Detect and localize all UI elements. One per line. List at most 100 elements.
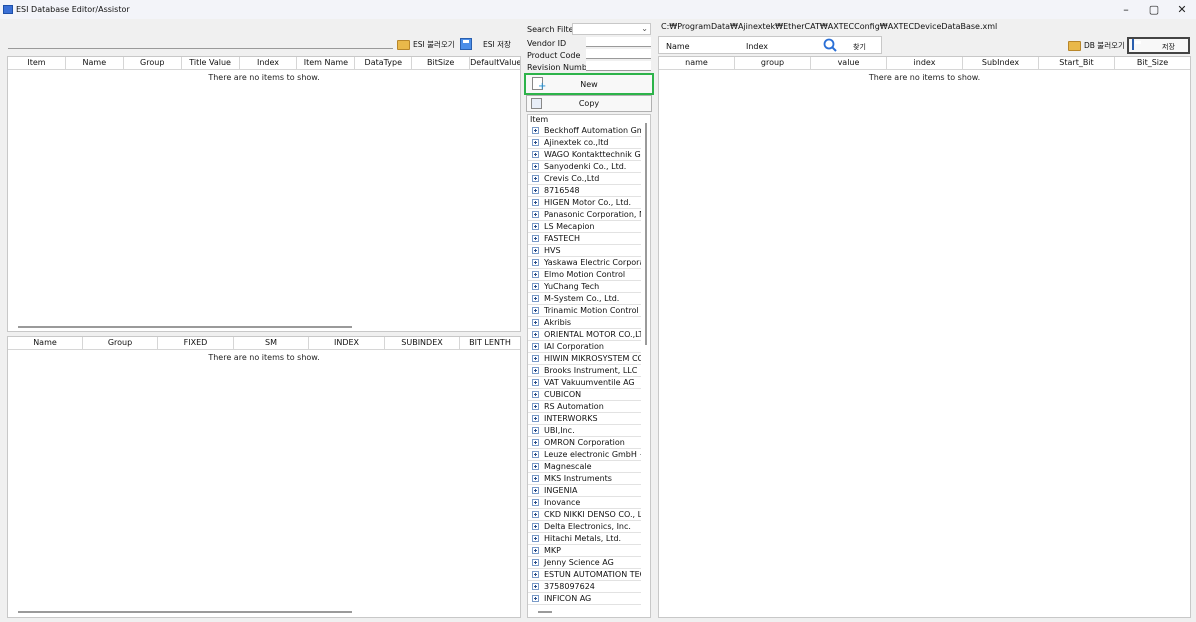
restore-button[interactable]: ▢: [1143, 2, 1165, 17]
expand-icon[interactable]: [532, 127, 539, 134]
tree-item[interactable]: Leuze electronic GmbH + Co: [528, 449, 641, 461]
tree-item[interactable]: Panasonic Corporation, Moto: [528, 209, 641, 221]
tree-item[interactable]: Brooks Instrument, LLC: [528, 365, 641, 377]
tree-item[interactable]: RS Automation: [528, 401, 641, 413]
expand-icon[interactable]: [532, 295, 539, 302]
expand-icon[interactable]: [532, 367, 539, 374]
tree-item[interactable]: Delta Electronics, Inc.: [528, 521, 641, 533]
expand-icon[interactable]: [532, 595, 539, 602]
expand-icon[interactable]: [532, 415, 539, 422]
expand-icon[interactable]: [532, 583, 539, 590]
expand-icon[interactable]: [532, 139, 539, 146]
tree-item[interactable]: Akribis: [528, 317, 641, 329]
expand-icon[interactable]: [532, 199, 539, 206]
expand-icon[interactable]: [532, 559, 539, 566]
revision-number-field[interactable]: [586, 61, 651, 71]
col-sm[interactable]: SM: [234, 337, 309, 349]
expand-icon[interactable]: [532, 343, 539, 350]
horizontal-scrollbar[interactable]: [18, 611, 352, 613]
col-subindex[interactable]: SubIndex: [963, 57, 1039, 69]
close-button[interactable]: ✕: [1171, 2, 1193, 17]
tree-item[interactable]: CKD NIKKI DENSO CO., LTD.: [528, 509, 641, 521]
col-datatype[interactable]: DataType: [355, 57, 413, 69]
expand-icon[interactable]: [532, 463, 539, 470]
col-name[interactable]: Name: [8, 337, 83, 349]
col-item-name[interactable]: Item Name: [297, 57, 356, 69]
tree-item[interactable]: Elmo Motion Control: [528, 269, 641, 281]
tree-item[interactable]: MKP: [528, 545, 641, 557]
expand-icon[interactable]: [532, 331, 539, 338]
expand-icon[interactable]: [532, 271, 539, 278]
expand-icon[interactable]: [532, 547, 539, 554]
tree-item[interactable]: Trinamic Motion Control Gm: [528, 305, 641, 317]
tree-item[interactable]: CUBICON: [528, 389, 641, 401]
minimize-button[interactable]: –: [1115, 2, 1137, 17]
col-index[interactable]: index: [887, 57, 963, 69]
expand-icon[interactable]: [532, 571, 539, 578]
expand-icon[interactable]: [532, 151, 539, 158]
esi-save-button[interactable]: ESI 저장: [460, 38, 511, 50]
esi-open-button[interactable]: ESI 불러오기: [397, 39, 455, 50]
tree-item[interactable]: UBI,Inc.: [528, 425, 641, 437]
product-code-field[interactable]: [586, 49, 651, 59]
tree-item[interactable]: INTERWORKS: [528, 413, 641, 425]
tree-item[interactable]: Inovance: [528, 497, 641, 509]
name-search-input[interactable]: [691, 39, 741, 51]
tree-item[interactable]: ORIENTAL MOTOR CO.,LTD.: [528, 329, 641, 341]
tree-item[interactable]: HVS: [528, 245, 641, 257]
vendor-id-field[interactable]: [586, 37, 651, 47]
expand-icon[interactable]: [532, 391, 539, 398]
copy-button[interactable]: Copy: [526, 95, 652, 112]
col-defaultvalue[interactable]: DefaultValue: [470, 57, 520, 69]
tree-item[interactable]: LS Mecapion: [528, 221, 641, 233]
tree-item[interactable]: 8716548: [528, 185, 641, 197]
expand-icon[interactable]: [532, 523, 539, 530]
horizontal-scrollbar[interactable]: [538, 611, 552, 613]
expand-icon[interactable]: [532, 511, 539, 518]
col-index[interactable]: INDEX: [309, 337, 385, 349]
col-name[interactable]: Name: [66, 57, 124, 69]
col-name[interactable]: name: [659, 57, 735, 69]
expand-icon[interactable]: [532, 163, 539, 170]
vertical-scrollbar[interactable]: [645, 123, 647, 345]
col-item[interactable]: Item: [8, 57, 66, 69]
tree-item[interactable]: IAI Corporation: [528, 341, 641, 353]
find-button[interactable]: 찾기: [853, 42, 866, 52]
col-bit-size[interactable]: Bit_Size: [1115, 57, 1190, 69]
expand-icon[interactable]: [532, 259, 539, 266]
expand-icon[interactable]: [532, 175, 539, 182]
horizontal-scrollbar[interactable]: [18, 326, 352, 328]
tree-item[interactable]: HIWIN MIKROSYSTEM CORP.: [528, 353, 641, 365]
col-start-bit[interactable]: Start_Bit: [1039, 57, 1115, 69]
expand-icon[interactable]: [532, 427, 539, 434]
tree-item[interactable]: VAT Vakuumventile AG: [528, 377, 641, 389]
col-group[interactable]: Group: [124, 57, 182, 69]
col-subindex[interactable]: SUBINDEX: [385, 337, 460, 349]
tree-item[interactable]: INGENIA: [528, 485, 641, 497]
col-bit-length[interactable]: BIT LENTH: [460, 337, 520, 349]
tree-item[interactable]: Magnescale: [528, 461, 641, 473]
expand-icon[interactable]: [532, 487, 539, 494]
tree-item[interactable]: WAGO Kontakttechnik GmbH: [528, 149, 641, 161]
expand-icon[interactable]: [532, 319, 539, 326]
expand-icon[interactable]: [532, 379, 539, 386]
tree-item[interactable]: Yaskawa Electric Corporation: [528, 257, 641, 269]
tree-item[interactable]: FASTECH: [528, 233, 641, 245]
expand-icon[interactable]: [532, 187, 539, 194]
col-index[interactable]: Index: [240, 57, 298, 69]
new-button[interactable]: + New: [524, 73, 654, 95]
expand-icon[interactable]: [532, 247, 539, 254]
tree-item[interactable]: Ajinextek co.,ltd: [528, 137, 641, 149]
expand-icon[interactable]: [532, 211, 539, 218]
expand-icon[interactable]: [532, 439, 539, 446]
col-group[interactable]: group: [735, 57, 811, 69]
expand-icon[interactable]: [532, 403, 539, 410]
tree-item[interactable]: INFICON AG: [528, 593, 641, 605]
index-search-input[interactable]: [771, 39, 821, 51]
tree-item[interactable]: Crevis Co.,Ltd: [528, 173, 641, 185]
search-filter-select[interactable]: ⌄: [572, 23, 651, 35]
tree-item[interactable]: M-System Co., Ltd.: [528, 293, 641, 305]
expand-icon[interactable]: [532, 235, 539, 242]
tree-item[interactable]: Hitachi Metals, Ltd.: [528, 533, 641, 545]
tree-item[interactable]: MKS Instruments: [528, 473, 641, 485]
